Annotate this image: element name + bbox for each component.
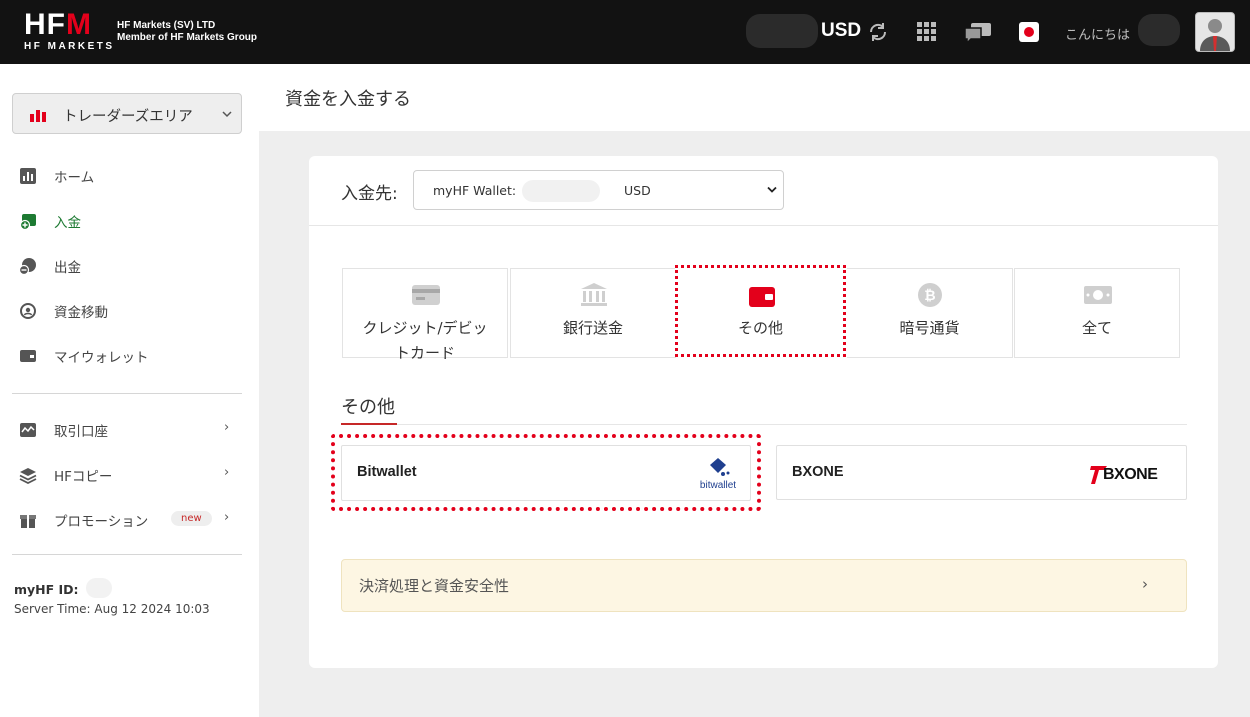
top-bar: HFM HF MARKETS HF Markets (SV) LTD Membe… (0, 0, 1250, 64)
sidebar: トレーダーズエリア ホーム 入金 出金 資金移動 マイウォレット 取引口座 › … (0, 64, 259, 717)
logo-subtitle: HF MARKETS (24, 41, 115, 52)
provider-bitwallet[interactable]: Bitwallet bitwallet (341, 445, 751, 501)
bxone-logo-text: BXONE (1103, 466, 1158, 483)
accounts-icon (20, 423, 36, 437)
sidebar-item-withdraw[interactable]: 出金 (0, 251, 259, 281)
wallet-name: myHF Wallet: (433, 183, 517, 198)
section-title: その他 (341, 397, 395, 418)
method-bank-transfer[interactable]: 銀行送金 (510, 268, 676, 358)
user-avatar-icon (1196, 13, 1234, 51)
sidebar-item-transfer[interactable]: 資金移動 (0, 296, 259, 326)
greeting-text: こんにちは (1065, 28, 1131, 43)
sidebar-divider (12, 554, 242, 555)
balance-redacted (746, 14, 818, 48)
chat-icon[interactable] (963, 21, 993, 45)
new-badge: new (171, 511, 212, 526)
traders-area-label: トレーダーズエリア (63, 109, 193, 125)
provider-bxone[interactable]: BXONE BXONE (776, 445, 1187, 500)
page-header: 資金を入金する (259, 64, 1250, 131)
wallet-select[interactable]: myHF Wallet: USD (413, 170, 784, 210)
payment-security-info[interactable]: 決済処理と資金安全性 › (341, 559, 1187, 612)
sidebar-item-label: 資金移動 (54, 305, 108, 321)
chevron-right-icon: › (224, 510, 230, 525)
provider-name: BXONE (792, 464, 844, 480)
bitwallet-logo: bitwallet (700, 458, 736, 491)
deposit-to-label: 入金先: (341, 184, 398, 204)
withdraw-icon (19, 258, 36, 275)
myhf-id-label: myHF ID: (14, 582, 79, 597)
company-name: HF Markets (SV) LTD (117, 20, 216, 31)
transfer-icon (20, 303, 36, 319)
wallet-currency: USD (624, 183, 651, 198)
credit-card-icon (412, 285, 440, 305)
wallet-icon (20, 350, 36, 362)
bitwallet-logo-text: bitwallet (700, 480, 736, 491)
bxone-logo: BXONE (1090, 466, 1159, 484)
logo-text: HF (24, 8, 66, 41)
deposit-icon (19, 214, 36, 230)
hfm-logo[interactable]: HFM HF MARKETS (24, 8, 115, 53)
chevron-down-icon (767, 186, 777, 193)
currency-label: USD (821, 20, 862, 41)
refresh-icon[interactable] (867, 21, 889, 43)
method-label: 暗号通貨 (899, 319, 960, 337)
chart-icon (20, 168, 36, 184)
company-info: HF Markets (SV) LTD Member of HF Markets… (117, 20, 257, 44)
sidebar-item-hf-copy[interactable]: HFコピー › (0, 460, 259, 490)
method-credit-card[interactable]: クレジット/デビッ トカード (342, 268, 508, 362)
bitcoin-icon: ₿ (918, 283, 942, 307)
sidebar-item-label: 入金 (54, 215, 81, 231)
card-divider (309, 225, 1218, 226)
japan-flag-icon[interactable] (1019, 22, 1039, 42)
method-all[interactable]: 全て (1014, 268, 1180, 358)
chevron-down-icon (222, 111, 232, 118)
chevron-right-icon: › (224, 465, 230, 480)
user-avatar[interactable] (1195, 12, 1235, 52)
sidebar-item-label: 取引口座 (54, 424, 108, 440)
layers-icon (19, 468, 37, 484)
username-redacted (1138, 14, 1180, 46)
sidebar-item-label: ホーム (54, 170, 95, 186)
method-label: 全て (1081, 319, 1112, 337)
chevron-right-icon: › (1142, 575, 1148, 593)
gift-icon (20, 515, 36, 528)
sidebar-item-promotions[interactable]: プロモーション new › (0, 505, 259, 535)
chevron-right-icon: › (224, 420, 230, 435)
deposit-card: 入金先: myHF Wallet: USD クレジット/デビッ トカード 銀行送金 (309, 156, 1218, 668)
sidebar-divider (12, 393, 242, 394)
svg-text:₿: ₿ (924, 288, 935, 304)
bar-chart-icon (30, 110, 46, 122)
provider-name: Bitwallet (357, 464, 417, 480)
section-underline (341, 423, 397, 425)
sidebar-item-home[interactable]: ホーム (0, 161, 259, 191)
traders-area-selector[interactable]: トレーダーズエリア (12, 93, 242, 134)
server-time: Server Time: Aug 12 2024 10:03 (14, 602, 210, 616)
wallet-icon (749, 287, 775, 307)
method-label-line1: クレジット/デビッ (362, 319, 488, 337)
apps-grid-icon[interactable] (917, 22, 936, 41)
bank-icon (581, 283, 607, 306)
info-bar-text: 決済処理と資金安全性 (359, 577, 510, 595)
method-other[interactable]: その他 (675, 265, 846, 357)
sidebar-item-trading-accounts[interactable]: 取引口座 › (0, 415, 259, 445)
wallet-id-redacted (522, 180, 600, 202)
section-divider (341, 424, 1187, 425)
sidebar-item-label: プロモーション (54, 514, 149, 530)
method-label: 銀行送金 (562, 319, 623, 337)
myhf-id-redacted (86, 578, 112, 598)
sidebar-item-deposit[interactable]: 入金 (0, 206, 259, 236)
sidebar-item-label: 出金 (54, 260, 81, 276)
sidebar-item-label: HFコピー (54, 469, 113, 485)
method-crypto[interactable]: ₿ 暗号通貨 (847, 268, 1013, 358)
method-label: その他 (737, 319, 783, 337)
sidebar-item-my-wallet[interactable]: マイウォレット (0, 341, 259, 371)
money-icon (1084, 286, 1112, 304)
page-title: 資金を入金する (285, 89, 411, 110)
sidebar-item-label: マイウォレット (54, 350, 149, 366)
logo-text-m: M (66, 8, 92, 41)
company-group: Member of HF Markets Group (117, 32, 258, 43)
method-label-line2: トカード (394, 344, 455, 362)
